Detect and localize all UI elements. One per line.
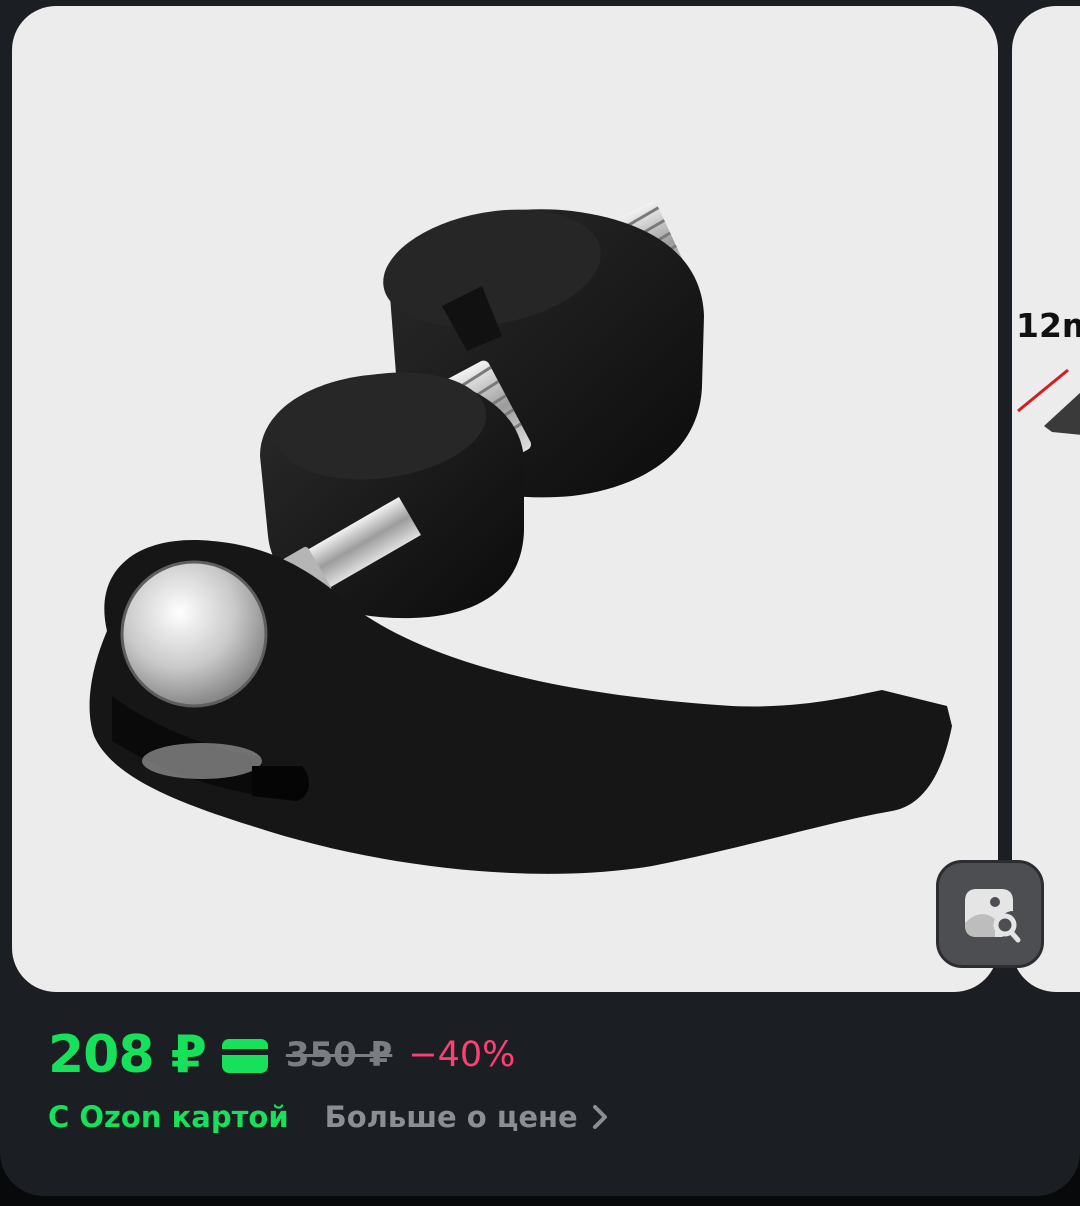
quick-release-clamp-image <box>89 202 952 874</box>
image-search-icon <box>965 889 1021 943</box>
more-price-link[interactable]: Больше о цене <box>325 1100 608 1134</box>
price-old: 350 ₽ <box>285 1035 393 1075</box>
product-gallery[interactable]: 12m <box>0 0 1080 1000</box>
price-current: 208 ₽ <box>48 1025 207 1085</box>
more-price-label: Больше о цене <box>324 1100 578 1134</box>
ozon-card-label: С Ozon картой <box>48 1100 289 1134</box>
chevron-right-icon <box>592 1105 607 1129</box>
product-image-main[interactable] <box>12 6 998 992</box>
discount-badge: −40% <box>408 1035 516 1075</box>
next-image-preview <box>1017 368 1080 435</box>
product-image-next[interactable]: 12m <box>1012 6 1080 992</box>
price-details-row: С Ozon картой Больше о цене <box>48 1093 608 1141</box>
price-row: 208 ₽ 350 ₽ −40% <box>48 1020 515 1090</box>
product-card: 12m 208 ₽ 350 ₽ −40% С Ozon картой Больш… <box>0 0 1080 1196</box>
card-icon <box>221 1039 268 1073</box>
visual-search-button[interactable] <box>936 860 1044 968</box>
